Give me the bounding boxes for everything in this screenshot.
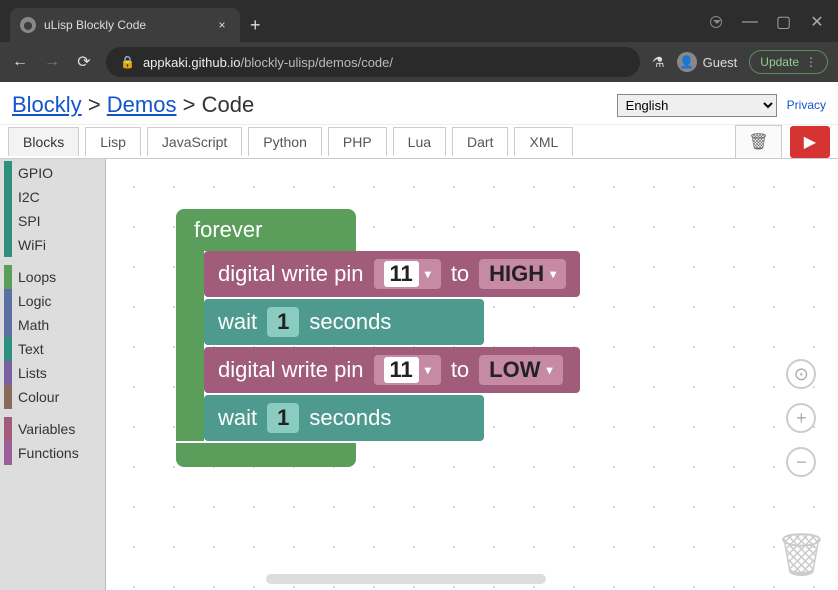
person-icon: 👤: [677, 52, 697, 72]
toolbox-gpio[interactable]: GPIO: [0, 161, 105, 185]
privacy-link[interactable]: Privacy: [787, 98, 826, 112]
wait-block-2[interactable]: wait 1 seconds: [204, 395, 484, 441]
url-domain: appkaki.github.io: [143, 55, 241, 70]
forward-button: →: [42, 53, 62, 71]
forever-block[interactable]: forever digital write pin 11▾ to HIGH▾ w…: [176, 209, 580, 467]
chevron-down-icon: ▾: [550, 267, 556, 281]
digital-write-block-low[interactable]: digital write pin 11▾ to LOW▾: [204, 347, 580, 393]
value-slot-low[interactable]: LOW▾: [479, 355, 562, 385]
favicon-icon: [20, 17, 36, 33]
kebab-icon: ⋮: [805, 55, 817, 69]
toolbox: GPIO I2C SPI WiFi Loops Logic Math Text …: [0, 159, 106, 590]
tab-xml[interactable]: XML: [514, 127, 573, 156]
toolbox-wifi[interactable]: WiFi: [0, 233, 105, 257]
delete-button[interactable]: 🗑: [735, 125, 781, 159]
toolbox-spi[interactable]: SPI: [0, 209, 105, 233]
chevron-down-icon: ▾: [425, 267, 431, 281]
maximize-icon[interactable]: ▢: [776, 12, 790, 32]
tab-search-icon[interactable]: [710, 16, 722, 28]
toolbox-colour[interactable]: Colour: [0, 385, 105, 409]
toolbox-variables[interactable]: Variables: [0, 417, 105, 441]
reload-button[interactable]: ⟳: [74, 52, 94, 72]
zoom-out-button[interactable]: −: [786, 447, 816, 477]
tab-title: uLisp Blockly Code: [44, 18, 206, 32]
pin-slot[interactable]: 11▾: [374, 259, 441, 289]
trash-icon: 🗑: [748, 134, 768, 151]
chevron-down-icon: ▾: [547, 363, 553, 377]
labs-icon[interactable]: ⚗: [652, 54, 665, 71]
value-slot-high[interactable]: HIGH▾: [479, 259, 566, 289]
pin-slot[interactable]: 11▾: [374, 355, 441, 385]
horizontal-scrollbar[interactable]: [266, 574, 546, 584]
tab-lua[interactable]: Lua: [393, 127, 446, 156]
canvas-trash-icon[interactable]: 🗑: [775, 531, 828, 580]
tab-dart[interactable]: Dart: [452, 127, 508, 156]
center-button[interactable]: ⊙: [786, 359, 816, 389]
guest-label: Guest: [703, 55, 738, 70]
toolbox-text[interactable]: Text: [0, 337, 105, 361]
new-tab-button[interactable]: +: [240, 9, 271, 42]
toolbox-loops[interactable]: Loops: [0, 265, 105, 289]
tab-php[interactable]: PHP: [328, 127, 387, 156]
tab-python[interactable]: Python: [248, 127, 322, 156]
profile-button[interactable]: 👤 Guest: [677, 52, 738, 72]
toolbox-logic[interactable]: Logic: [0, 289, 105, 313]
toolbox-i2c[interactable]: I2C: [0, 185, 105, 209]
zoom-in-button[interactable]: +: [786, 403, 816, 433]
address-bar[interactable]: 🔒 appkaki.github.io/blockly-ulisp/demos/…: [106, 47, 640, 77]
update-button[interactable]: Update ⋮: [749, 50, 828, 74]
toolbox-lists[interactable]: Lists: [0, 361, 105, 385]
run-button[interactable]: ▶: [790, 126, 830, 158]
back-button[interactable]: ←: [10, 53, 30, 71]
breadcrumb-demos[interactable]: Demos: [107, 92, 177, 117]
url-path: /blockly-ulisp/demos/code/: [241, 55, 393, 70]
forever-foot: [176, 443, 356, 467]
tab-lisp[interactable]: Lisp: [85, 127, 141, 156]
breadcrumb: Blockly > Demos > Code: [12, 92, 254, 118]
language-select[interactable]: English: [617, 94, 777, 117]
toolbox-functions[interactable]: Functions: [0, 441, 105, 465]
wait-block-1[interactable]: wait 1 seconds: [204, 299, 484, 345]
digital-write-block-high[interactable]: digital write pin 11▾ to HIGH▾: [204, 251, 580, 297]
play-icon: ▶: [804, 132, 816, 152]
minimize-icon[interactable]: —: [742, 13, 756, 31]
breadcrumb-code: Code: [202, 92, 255, 117]
wait-value[interactable]: 1: [267, 307, 299, 337]
chevron-down-icon: ▾: [425, 363, 431, 377]
forever-label: forever: [176, 209, 356, 251]
tab-blocks[interactable]: Blocks: [8, 127, 79, 156]
wait-value[interactable]: 1: [267, 403, 299, 433]
toolbox-math[interactable]: Math: [0, 313, 105, 337]
breadcrumb-blockly[interactable]: Blockly: [12, 92, 82, 117]
window-close-icon[interactable]: ✕: [810, 12, 824, 32]
block-canvas[interactable]: forever digital write pin 11▾ to HIGH▾ w…: [106, 159, 838, 590]
close-tab-icon[interactable]: ×: [214, 18, 230, 32]
tab-javascript[interactable]: JavaScript: [147, 127, 242, 156]
lock-icon: 🔒: [120, 55, 135, 69]
browser-tab[interactable]: uLisp Blockly Code ×: [10, 8, 240, 42]
